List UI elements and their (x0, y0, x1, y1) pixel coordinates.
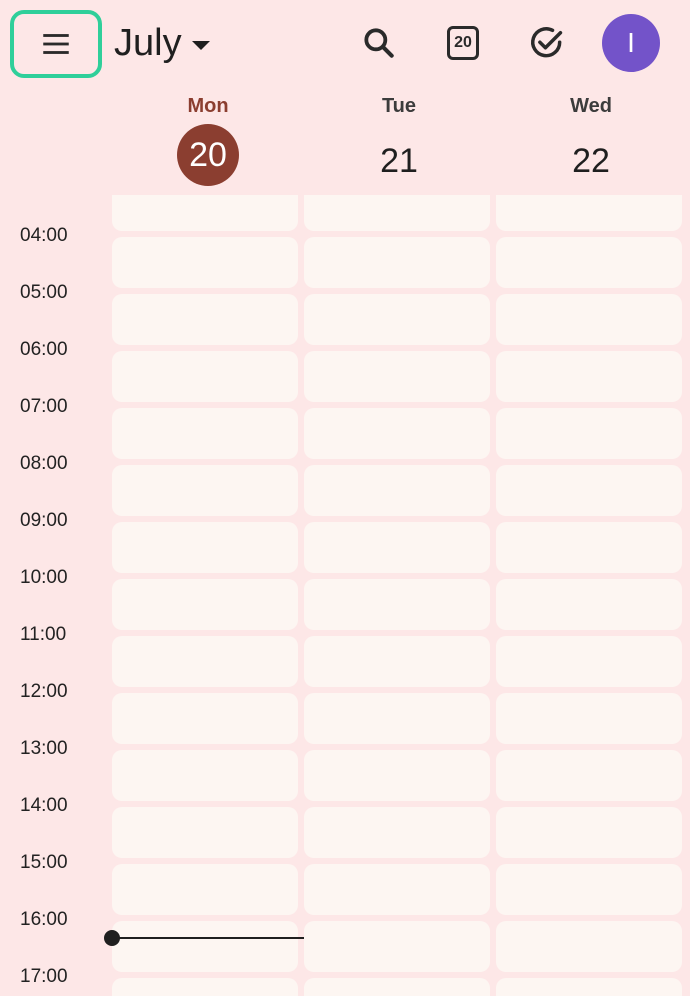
day-name: Tue (381, 95, 417, 117)
hour-label: 15:00 (20, 852, 68, 873)
time-grid[interactable]: 04:00 05:00 06:00 07:00 08:00 09:00 10:00 11:00… (0, 195, 690, 996)
hour-slot[interactable] (112, 195, 298, 231)
tasks-button[interactable] (522, 18, 572, 68)
current-time-dot (104, 930, 120, 946)
month-label: July (114, 21, 182, 64)
hour-label: 14:00 (20, 795, 68, 816)
hour-slot[interactable] (112, 693, 298, 744)
current-time-line (112, 937, 304, 939)
hour-slot[interactable] (112, 579, 298, 630)
hour-slot[interactable] (496, 579, 682, 630)
hour-label: 10:00 (20, 567, 68, 588)
hour-slot[interactable] (304, 294, 490, 345)
account-avatar[interactable]: I (602, 14, 660, 72)
day-header-mon[interactable]: Mon 20 (115, 95, 301, 186)
jump-to-today-button[interactable]: 20 (438, 18, 488, 68)
hour-slot[interactable] (112, 351, 298, 402)
hour-label: 07:00 (20, 396, 68, 417)
hour-slot[interactable] (304, 921, 490, 972)
hour-slot[interactable] (304, 579, 490, 630)
hour-slot[interactable] (112, 636, 298, 687)
hour-label: 16:00 (20, 909, 68, 930)
day-name: Mon (187, 95, 229, 117)
hour-slot[interactable] (496, 807, 682, 858)
hour-slot[interactable] (112, 921, 298, 972)
dropdown-caret-icon (191, 40, 210, 50)
hour-label: 13:00 (20, 738, 68, 759)
hour-label: 09:00 (20, 510, 68, 531)
hour-slot[interactable] (304, 864, 490, 915)
hour-slot[interactable] (304, 693, 490, 744)
hour-slot[interactable] (304, 522, 490, 573)
hour-label: 04:00 (20, 225, 68, 246)
hour-slot[interactable] (304, 237, 490, 288)
day-name: Wed (570, 95, 612, 117)
hour-slot[interactable] (304, 636, 490, 687)
hour-slot[interactable] (112, 750, 298, 801)
hour-slot[interactable] (112, 522, 298, 573)
calendar-today-icon: 20 (447, 26, 479, 60)
hour-slot[interactable] (304, 408, 490, 459)
hour-slot[interactable] (496, 237, 682, 288)
check-circle-icon (531, 27, 563, 58)
hour-slot[interactable] (496, 294, 682, 345)
hour-label: 05:00 (20, 282, 68, 303)
day-header-wed[interactable]: Wed 22 (498, 95, 684, 192)
hour-slot[interactable] (112, 294, 298, 345)
hour-slot[interactable] (304, 351, 490, 402)
hour-slot[interactable] (304, 807, 490, 858)
hour-slot[interactable] (112, 864, 298, 915)
day-number: 21 (380, 142, 418, 180)
search-button[interactable] (354, 18, 404, 68)
hour-slot[interactable] (496, 408, 682, 459)
search-icon (364, 28, 394, 58)
hour-slot[interactable] (304, 978, 490, 996)
hour-label: 11:00 (20, 624, 67, 645)
top-app-bar: July 20 I (0, 0, 690, 90)
hour-slot[interactable] (496, 465, 682, 516)
hour-slot[interactable] (304, 465, 490, 516)
hour-slot[interactable] (112, 408, 298, 459)
month-selector[interactable]: July (114, 18, 210, 68)
hour-label: 08:00 (20, 453, 68, 474)
hour-slot[interactable] (496, 864, 682, 915)
day-header-tue[interactable]: Tue 21 (306, 95, 492, 192)
hour-label: 17:00 (20, 966, 68, 987)
hour-slot[interactable] (112, 237, 298, 288)
hour-slot[interactable] (496, 978, 682, 996)
hour-label: 06:00 (20, 339, 68, 360)
hour-slot[interactable] (112, 978, 298, 996)
hour-slot[interactable] (496, 693, 682, 744)
hour-label: 12:00 (20, 681, 68, 702)
hour-slot[interactable] (496, 636, 682, 687)
hour-slot[interactable] (496, 195, 682, 231)
hour-slot[interactable] (112, 807, 298, 858)
hour-slot[interactable] (496, 522, 682, 573)
hour-slot[interactable] (496, 351, 682, 402)
hour-slot[interactable] (304, 750, 490, 801)
hamburger-menu-icon (43, 34, 69, 54)
day-number: 22 (572, 142, 610, 180)
day-header-row: Mon 20 Tue 21 Wed 22 (0, 95, 690, 195)
hour-slot[interactable] (496, 750, 682, 801)
hour-slot[interactable] (304, 195, 490, 231)
hour-slot[interactable] (496, 921, 682, 972)
main-menu-button[interactable] (10, 10, 102, 78)
day-number: 20 (177, 124, 239, 186)
hour-slot[interactable] (112, 465, 298, 516)
